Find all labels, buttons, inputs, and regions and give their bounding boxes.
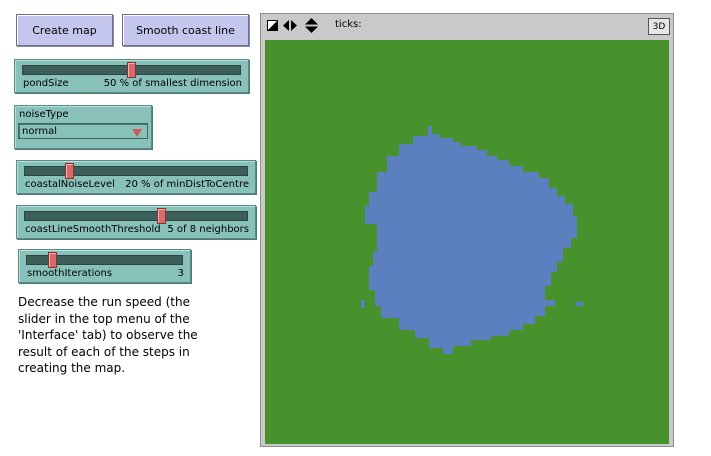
slider-value: 3 (177, 268, 184, 279)
view-toolbar: ticks: 3D (261, 14, 673, 38)
slider-name: pondSize (23, 78, 69, 89)
slider-thumb[interactable] (64, 163, 74, 179)
3d-label: 3D (652, 21, 666, 32)
slider-coast-line-smooth-threshold[interactable]: coastLineSmoothThreshold 5 of 8 neighbor… (16, 205, 256, 239)
smooth-coast-line-button[interactable]: Smooth coast line (122, 14, 249, 46)
edit-toggle-icon[interactable] (267, 20, 278, 31)
slider-name: coastLineSmoothThreshold (25, 224, 161, 235)
slider-thumb[interactable] (127, 62, 136, 78)
chooser-label: noiseType (19, 109, 69, 120)
chooser-value: normal (22, 126, 58, 137)
slider-smooth-iterations[interactable]: smoothIterations 3 (18, 249, 191, 283)
smooth-coast-line-label: Smooth coast line (136, 23, 235, 37)
slider-value: 20 % of minDistToCentre (125, 179, 249, 190)
3d-view-button[interactable]: 3D (648, 18, 670, 35)
info-note: Decrease the run speed (the slider in th… (18, 295, 198, 375)
pond-shape (361, 126, 583, 354)
ticks-label: ticks: (335, 19, 362, 30)
slider-name: smoothIterations (27, 268, 113, 279)
slider-coastal-noise-level[interactable]: coastalNoiseLevel 20 % of minDistToCentr… (16, 160, 256, 194)
world-view[interactable]: ticks: 3D (260, 13, 674, 447)
slider-value: 50 % of smallest dimension (103, 78, 242, 89)
slider-pond-size[interactable]: pondSize 50 % of smallest dimension (14, 59, 249, 93)
slider-name: coastalNoiseLevel (25, 179, 115, 190)
arrows-horizontal-icon[interactable] (283, 20, 297, 31)
chooser-select[interactable]: normal (18, 123, 148, 139)
slider-track[interactable] (24, 166, 248, 176)
triangle-down-icon (132, 129, 142, 137)
slider-thumb[interactable] (157, 208, 167, 224)
pond-water (361, 126, 583, 354)
chooser-noise-type[interactable]: noiseType normal (14, 105, 152, 149)
create-map-label: Create map (32, 23, 97, 37)
map-canvas[interactable] (265, 40, 669, 444)
slider-track[interactable] (24, 211, 248, 221)
create-map-button[interactable]: Create map (16, 14, 113, 46)
arrows-vertical-icon[interactable] (305, 18, 318, 33)
slider-thumb[interactable] (48, 252, 58, 268)
slider-value: 5 of 8 neighbors (167, 224, 249, 235)
